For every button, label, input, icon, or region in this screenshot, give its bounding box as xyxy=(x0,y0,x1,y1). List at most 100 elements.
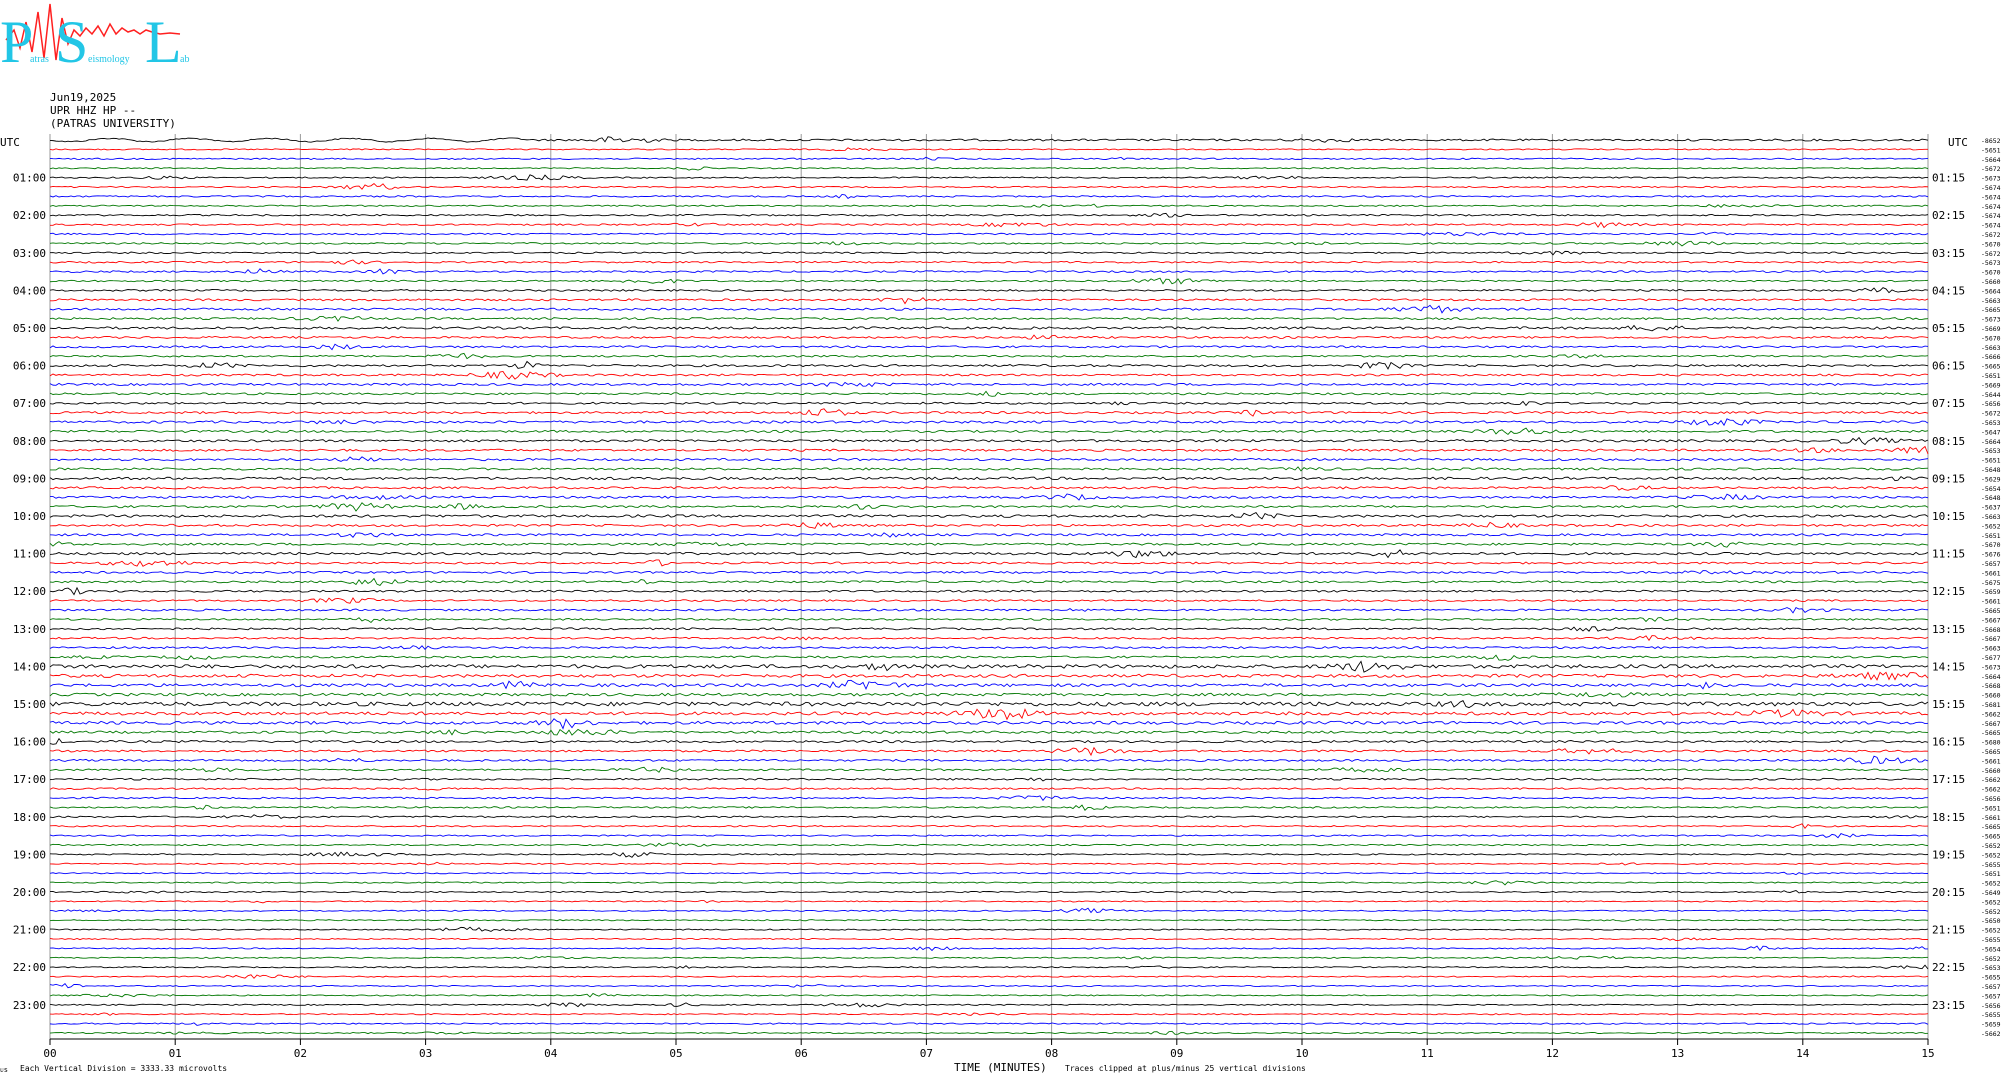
x-tick-label: 05 xyxy=(669,1047,682,1060)
row-value-label: -5667 xyxy=(1981,720,2001,728)
row-value-label: -5656 xyxy=(1981,1002,2001,1010)
row-value-label: -5651 xyxy=(1981,372,2001,380)
row-value-label: -5648 xyxy=(1981,466,2001,474)
row-value-label: -5676 xyxy=(1981,551,2001,559)
trace-15 xyxy=(49,277,1929,285)
row-value-label: -5657 xyxy=(1981,992,2001,1000)
row-value-label: -5674 xyxy=(1981,193,2001,201)
trace-45 xyxy=(49,559,1929,567)
trace-82 xyxy=(49,907,1929,914)
trace-58 xyxy=(49,679,1929,690)
row-value-label: -5675 xyxy=(1981,579,2001,587)
row-value-label: -5665 xyxy=(1981,833,2001,841)
trace-22 xyxy=(49,343,1929,351)
row-value-label: -5651 xyxy=(1981,870,2001,878)
right-time-label: 06:15 xyxy=(1932,360,1965,373)
trace-88 xyxy=(49,964,1929,970)
trace-60 xyxy=(49,700,1929,709)
row-value-label: -5660 xyxy=(1981,278,2001,286)
trace-86 xyxy=(49,945,1929,952)
trace-69 xyxy=(49,787,1929,791)
trace-23 xyxy=(49,352,1929,360)
row-value-label: -5656 xyxy=(1981,795,2001,803)
row-value-label: -5629 xyxy=(1981,475,2001,483)
row-value-label: -5650 xyxy=(1981,917,2001,925)
row-value-label: -5662 xyxy=(1981,776,2001,784)
trace-30 xyxy=(49,418,1929,427)
row-value-label: -5652 xyxy=(1981,908,2001,916)
left-time-label: 03:00 xyxy=(13,247,46,260)
row-value-label: -5652 xyxy=(1981,842,2001,850)
left-time-label: 04:00 xyxy=(13,284,46,297)
x-tick-label: 08 xyxy=(1045,1047,1058,1060)
trace-33 xyxy=(49,445,1929,455)
row-value-label: -5674 xyxy=(1981,184,2001,192)
row-value-label: -5652 xyxy=(1981,927,2001,935)
trace-11 xyxy=(49,240,1929,247)
trace-66 xyxy=(49,755,1929,765)
trace-90 xyxy=(49,982,1929,989)
trace-26 xyxy=(49,381,1929,388)
row-value-label: -5647 xyxy=(1981,428,2001,436)
row-value-label: -5649 xyxy=(1981,889,2001,897)
right-time-label: 16:15 xyxy=(1932,736,1965,749)
row-value-label: -5637 xyxy=(1981,504,2001,512)
row-value-label: -5674 xyxy=(1981,203,2001,211)
trace-2 xyxy=(49,156,1929,161)
trace-71 xyxy=(49,804,1929,811)
trace-48 xyxy=(49,586,1929,596)
row-value-label: -5672 xyxy=(1981,250,2001,258)
trace-87 xyxy=(49,955,1929,960)
row-value-label: -5654 xyxy=(1981,485,2001,493)
row-value-label: -5681 xyxy=(1981,701,2001,709)
row-value-label: -5665 xyxy=(1981,363,2001,371)
row-value-label: -5651 xyxy=(1981,146,2001,154)
helicorder-plot: 01:00 02:00 03:00 04:00 05:00 06:00 07:00 08:00… xyxy=(0,134,2001,1074)
trace-92 xyxy=(49,1002,1929,1008)
left-time-label: 20:00 xyxy=(13,886,46,899)
x-tick-label: 02 xyxy=(294,1047,307,1060)
minute-gridlines xyxy=(49,134,1929,1039)
row-value-label: -5663 xyxy=(1981,645,2001,653)
right-time-label: 15:15 xyxy=(1932,698,1965,711)
right-time-label: 22:15 xyxy=(1932,961,1965,974)
row-value-label: -5652 xyxy=(1981,851,2001,859)
trace-61 xyxy=(49,708,1929,721)
trace-21 xyxy=(49,334,1929,340)
trace-20 xyxy=(49,324,1929,332)
left-time-label: 01:00 xyxy=(13,172,46,185)
left-time-label: 12:00 xyxy=(13,585,46,598)
row-value-label: -5659 xyxy=(1981,588,2001,596)
trace-62 xyxy=(49,718,1929,730)
row-value-label: -5664 xyxy=(1981,156,2001,164)
left-time-label: 15:00 xyxy=(13,698,46,711)
right-time-label: 14:15 xyxy=(1932,660,1965,673)
left-time-label: 22:00 xyxy=(13,961,46,974)
left-time-labels: 01:00 02:00 03:00 04:00 05:00 06:00 07:00 08:00… xyxy=(13,172,46,1012)
trace-51 xyxy=(49,617,1929,624)
trace-14 xyxy=(49,268,1929,275)
row-value-label: -5665 xyxy=(1981,823,2001,831)
trace-72 xyxy=(49,814,1929,819)
left-time-label: 23:00 xyxy=(13,999,46,1012)
trace-10 xyxy=(49,231,1929,237)
left-time-label: 11:00 xyxy=(13,548,46,561)
trace-50 xyxy=(49,607,1929,614)
left-time-label: 16:00 xyxy=(13,736,46,749)
row-value-label: -5662 xyxy=(1981,1030,2001,1038)
left-time-label: 17:00 xyxy=(13,773,46,786)
left-time-label: 18:00 xyxy=(13,811,46,824)
left-time-label: 10:00 xyxy=(13,510,46,523)
row-value-label: -5673 xyxy=(1981,259,2001,267)
row-value-label: -5653 xyxy=(1981,419,2001,427)
trace-57 xyxy=(49,671,1929,681)
trace-27 xyxy=(49,390,1929,397)
trace-55 xyxy=(49,654,1929,661)
row-value-label: -5651 xyxy=(1981,804,2001,812)
x-tick-label: 11 xyxy=(1421,1047,1434,1060)
row-value-label: -5663 xyxy=(1981,344,2001,352)
right-time-labels: 01:15 02:15 03:15 04:15 05:15 06:15 07:15 08:15… xyxy=(1932,172,1965,1012)
right-time-label: 08:15 xyxy=(1932,435,1965,448)
trace-40 xyxy=(49,512,1929,520)
footer-left-marker: ᴜs xyxy=(0,1066,8,1074)
